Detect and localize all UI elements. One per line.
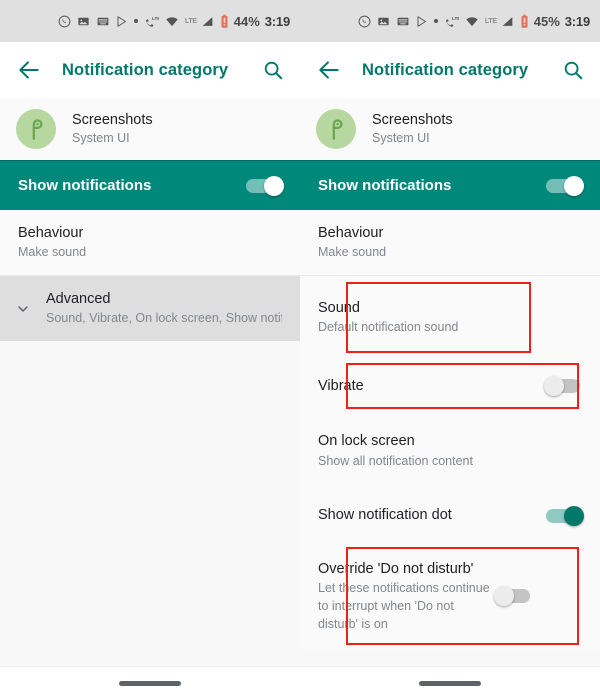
battery-percent-label: 45% [533,13,560,29]
back-arrow-icon[interactable] [316,57,342,83]
whatsapp-icon [358,15,371,27]
app-package-label: System UI [372,131,430,146]
override-do-not-disturb-toggle[interactable] [494,586,532,606]
app-toolbar: Notification category [300,42,600,98]
show-notifications-toggle[interactable] [546,175,584,196]
row-show-notification-dot[interactable]: Show notification dot [300,488,600,543]
row-advanced[interactable]: Advanced Sound, Vibrate, On lock screen,… [0,276,300,342]
android-pie-app-icon [316,109,356,149]
row-behaviour-title: Behaviour [18,225,84,241]
app-identity-header: Screenshots System UI [300,98,600,160]
gesture-pill[interactable] [119,681,181,686]
keyboard-icon [97,17,109,25]
signal-icon [202,16,213,26]
show-notifications-row[interactable]: Show notifications [300,160,600,210]
back-arrow-icon[interactable] [16,57,42,83]
app-name: Screenshots [372,111,453,128]
row-on-lock-screen-title: On lock screen [318,433,415,450]
show-notifications-label: Show notifications [18,177,152,194]
battery-icon [221,14,228,28]
row-override-do-not-disturb[interactable]: Override 'Do not disturb' Let these noti… [300,542,600,650]
left-phone-panel: LTE LTE 44% 3:19 Notification category S… [0,0,300,700]
row-sound-subtitle: Default notification sound [318,320,459,335]
gesture-pill[interactable] [419,681,481,686]
row-sound[interactable]: Sound Default notification sound [300,276,600,360]
wifi-icon [166,16,178,26]
keyboard-icon [397,17,409,25]
page-title: Notification category [362,60,529,79]
play-store-icon [117,15,126,27]
gesture-nav-bar [0,666,300,700]
show-notifications-toggle[interactable] [246,175,284,196]
app-toolbar: Notification category [0,42,300,98]
image-icon [78,17,89,25]
dot-icon [133,19,138,23]
row-advanced-title: Advanced [46,291,111,308]
app-package-label: System UI [72,131,130,146]
row-behaviour-subtitle: Make sound [318,245,387,260]
settings-list: Behaviour Make sound Advanced Sound, Vib… [0,210,300,652]
app-name: Screenshots [72,111,153,128]
dot-icon [433,19,438,23]
lte-label: LTE [484,17,497,25]
settings-list: Behaviour Make sound Sound Default notif… [300,210,600,700]
status-bar-notification-icons: LTE LTE [358,14,529,29]
row-vibrate[interactable]: Vibrate [300,359,600,414]
clock-label: 3:19 [264,13,290,29]
row-behaviour[interactable]: Behaviour Make sound [0,210,300,276]
row-sound-title: Sound [318,300,360,317]
show-notifications-row[interactable]: Show notifications [0,160,300,210]
call-lte-icon: LTE [145,15,159,27]
row-override-do-not-disturb-subtitle: Let these notifications continue to inte… [318,581,490,631]
row-advanced-subtitle: Sound, Vibrate, On lock screen, Show not… [46,311,282,326]
row-show-notification-dot-title: Show notification dot [318,507,452,524]
row-behaviour-subtitle: Make sound [18,245,87,260]
row-vibrate-title: Vibrate [318,378,364,395]
lte-label: LTE [184,17,197,25]
svg-text:LTE: LTE [452,15,459,20]
vibrate-toggle[interactable] [544,376,582,397]
right-phone-panel: LTE LTE 45% 3:19 Notification category S… [300,0,600,700]
show-notifications-label: Show notifications [318,177,452,194]
play-store-icon [417,15,426,27]
svg-text:LTE: LTE [152,15,159,20]
app-identity-header: Screenshots System UI [0,98,300,160]
signal-icon [502,16,513,26]
row-behaviour[interactable]: Behaviour Make sound [300,210,600,276]
row-on-lock-screen-subtitle: Show all notification content [318,453,473,468]
whatsapp-icon [58,15,71,27]
row-override-do-not-disturb-title: Override 'Do not disturb' [318,560,474,577]
status-bar: LTE LTE 44% 3:19 [0,0,300,42]
search-icon[interactable] [562,59,584,81]
page-title: Notification category [62,60,229,79]
battery-percent-label: 44% [233,13,260,29]
gesture-nav-bar [300,666,600,700]
row-behaviour-title: Behaviour [318,225,384,241]
app-meta: Screenshots System UI [72,111,153,147]
app-meta: Screenshots System UI [372,111,453,147]
dual-screenshot-comparison: LTE LTE 44% 3:19 Notification category S… [0,0,600,700]
clock-label: 3:19 [564,13,590,29]
show-notification-dot-toggle[interactable] [546,505,584,526]
chevron-down-icon[interactable] [0,301,46,317]
wifi-icon [466,16,478,26]
battery-icon [521,14,528,28]
row-on-lock-screen[interactable]: On lock screen Show all notification con… [300,413,600,489]
status-bar-notification-icons: LTE LTE [58,14,229,29]
search-icon[interactable] [262,59,284,81]
empty-area [0,341,300,652]
image-icon [378,17,389,25]
status-bar: LTE LTE 45% 3:19 [300,0,600,42]
android-pie-app-icon [16,109,56,149]
call-lte-icon: LTE [445,15,459,27]
